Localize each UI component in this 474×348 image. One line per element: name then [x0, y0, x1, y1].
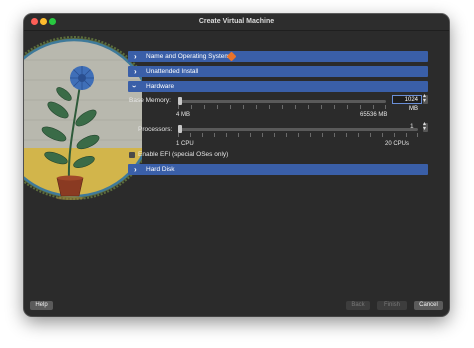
section-hardware[interactable]: › Hardware: [128, 81, 428, 92]
cancel-button[interactable]: Cancel: [414, 301, 443, 310]
processors-input[interactable]: 1: [410, 123, 414, 130]
title-bar: Create Virtual Machine: [24, 14, 449, 31]
processors-max-label: 20 CPUs: [385, 141, 410, 147]
wizard-illustration: [24, 36, 142, 200]
processors-slider[interactable]: [178, 128, 418, 131]
section-label: Unattended Install: [146, 68, 199, 75]
create-vm-window: Create Virtual Machine › Name and Operat…: [24, 14, 449, 316]
base-memory-slider-thumb[interactable]: [178, 97, 182, 105]
base-memory-slider[interactable]: [178, 100, 386, 103]
base-memory-ticks: [178, 105, 386, 109]
section-name-os[interactable]: › Name and Operating System: [128, 51, 428, 62]
chevron-right-icon: ›: [134, 165, 137, 174]
processors-label: Processors:: [138, 126, 173, 133]
chevron-right-icon: ›: [134, 67, 137, 76]
base-memory-min-label: 4 MB: [176, 112, 191, 118]
chevron-down-icon: ›: [129, 85, 139, 88]
base-memory-max-label: 65536 MB: [360, 112, 388, 118]
window-title: Create Virtual Machine: [198, 18, 275, 25]
enable-efi-checkbox[interactable]: [129, 152, 135, 158]
section-unattended-install[interactable]: › Unattended Install: [128, 66, 428, 77]
base-memory-input[interactable]: 1024 MB: [392, 95, 422, 112]
section-label: Hardware: [146, 83, 175, 90]
chevron-right-icon: ›: [134, 52, 137, 61]
base-memory-label: Base Memory:: [129, 97, 171, 104]
section-label: Name and Operating System: [146, 53, 230, 60]
finish-button[interactable]: Finish: [377, 301, 407, 310]
processors-slider-thumb[interactable]: [178, 125, 182, 133]
processors-min-label: 1 CPU: [176, 141, 194, 147]
section-hard-disk[interactable]: › Hard Disk: [128, 164, 428, 175]
processors-stepper[interactable]: [423, 120, 428, 132]
base-memory-stepper[interactable]: [423, 92, 428, 104]
help-button[interactable]: Help: [30, 301, 53, 310]
section-label: Hard Disk: [146, 166, 175, 173]
back-button[interactable]: Back: [346, 301, 370, 310]
enable-efi-label: Enable EFI (special OSes only): [138, 151, 229, 158]
processors-ticks: [178, 133, 418, 137]
